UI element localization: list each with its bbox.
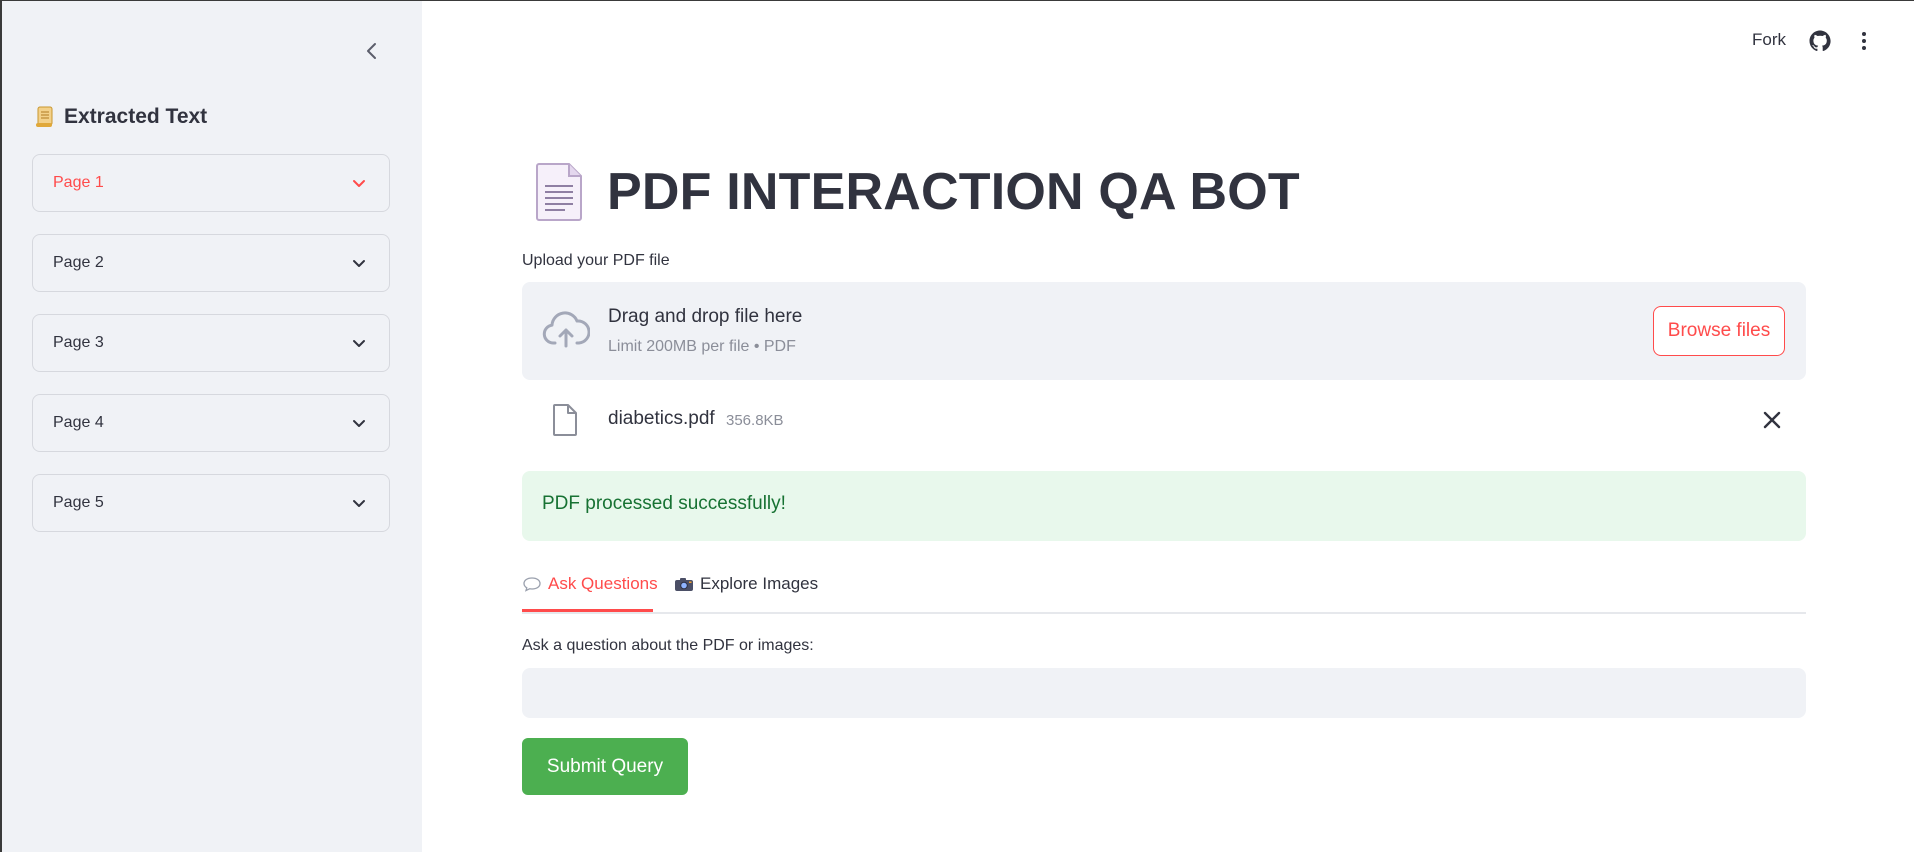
expander-page-3[interactable]: Page 3 [32,314,390,372]
scroll-icon [36,106,53,127]
tab-explore-images[interactable]: Explore Images [674,574,818,594]
question-label: Ask a question about the PDF or images: [522,637,814,654]
page-title-row: PDF INTERACTION QA BOT [535,162,1300,222]
page-title: PDF INTERACTION QA BOT [607,163,1300,221]
close-icon[interactable] [1760,408,1784,432]
github-icon[interactable] [1808,29,1832,53]
kebab-menu-icon[interactable] [1854,29,1874,53]
dropzone-limit-text: Limit 200MB per file • PDF [608,338,796,355]
file-size: 356.8KB [726,412,784,429]
tab-label: Explore Images [700,574,819,593]
cloud-upload-icon [542,311,590,348]
chevron-down-icon [353,340,365,347]
dropzone-text: Drag and drop file here [608,306,803,327]
expander-label: Page 3 [53,334,104,351]
chevron-down-icon [353,420,365,427]
expander-page-4[interactable]: Page 4 [32,394,390,452]
camera-icon [675,578,693,591]
chevron-down-icon [353,180,365,187]
speech-bubble-icon [523,577,541,592]
browse-files-button[interactable]: Browse files [1653,306,1785,356]
expander-label: Page 2 [53,254,104,271]
expander-page-5[interactable]: Page 5 [32,474,390,532]
sidebar-collapse-button[interactable] [356,35,388,67]
tab-bar: Ask Questions Explore Images [522,562,1806,614]
fork-link[interactable]: Fork [1752,30,1786,50]
expander-page-2[interactable]: Page 2 [32,234,390,292]
sidebar-title-text: Extracted Text [64,105,208,128]
expander-label: Page 5 [53,494,104,511]
chevron-left-icon [367,43,376,59]
document-icon [536,163,582,221]
submit-query-button[interactable]: Submit Query [522,738,688,795]
file-dropzone[interactable]: Drag and drop file here Limit 200MB per … [522,282,1806,380]
success-alert: PDF processed successfully! [522,471,1806,541]
sidebar-title: Extracted Text [34,105,207,129]
question-input[interactable] [522,668,1806,718]
expander-label: Page 4 [53,414,104,431]
active-tab-indicator [522,609,653,612]
expander-page-1[interactable]: Page 1 [32,154,390,212]
tab-label: Ask Questions [548,574,658,593]
file-icon [553,404,577,436]
expander-label: Page 1 [53,174,104,191]
chevron-down-icon [353,260,365,267]
chevron-down-icon [353,500,365,507]
upload-label: Upload your PDF file [522,252,670,269]
tab-ask-questions[interactable]: Ask Questions [522,574,658,594]
uploaded-file-row: diabetics.pdf 356.8KB [522,398,1806,442]
file-name: diabetics.pdf [608,408,715,429]
sidebar: Extracted Text Page 1 Page 2 Page 3 Page… [2,1,422,852]
